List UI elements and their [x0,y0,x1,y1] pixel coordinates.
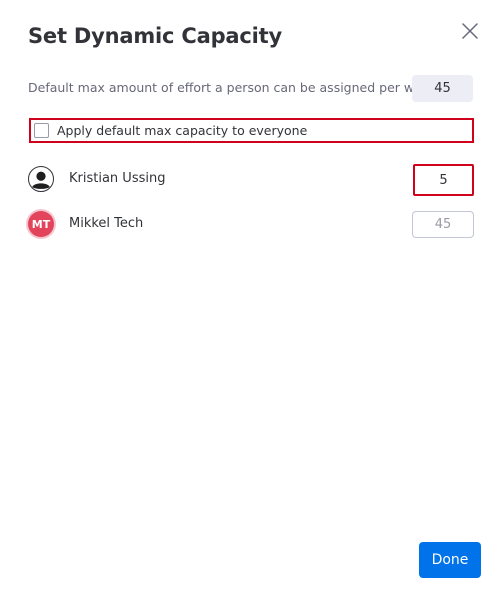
apply-default-capacity-row[interactable]: Apply default max capacity to everyone [29,118,474,143]
person-row-mikkel-tech: MT Mikkel Tech [28,211,474,241]
done-button[interactable]: Done [419,542,481,578]
apply-default-label: Apply default max capacity to everyone [57,123,308,138]
close-icon [462,23,478,43]
person-capacity-input[interactable] [413,164,474,196]
default-capacity-label: Default max amount of effort a person ca… [28,80,437,95]
person-capacity-input[interactable] [412,211,474,238]
person-name: Kristian Ussing [69,171,166,186]
dialog-title: Set Dynamic Capacity [28,24,282,48]
default-user-avatar-icon [28,166,54,192]
set-dynamic-capacity-dialog: Set Dynamic Capacity Default max amount … [0,0,503,600]
apply-default-checkbox[interactable] [34,123,49,138]
default-capacity-value[interactable]: 45 [412,75,473,102]
close-button[interactable] [458,21,482,45]
avatar: MT [28,211,54,237]
person-name: Mikkel Tech [69,216,144,231]
person-row-kristian-ussing: Kristian Ussing [28,164,474,196]
